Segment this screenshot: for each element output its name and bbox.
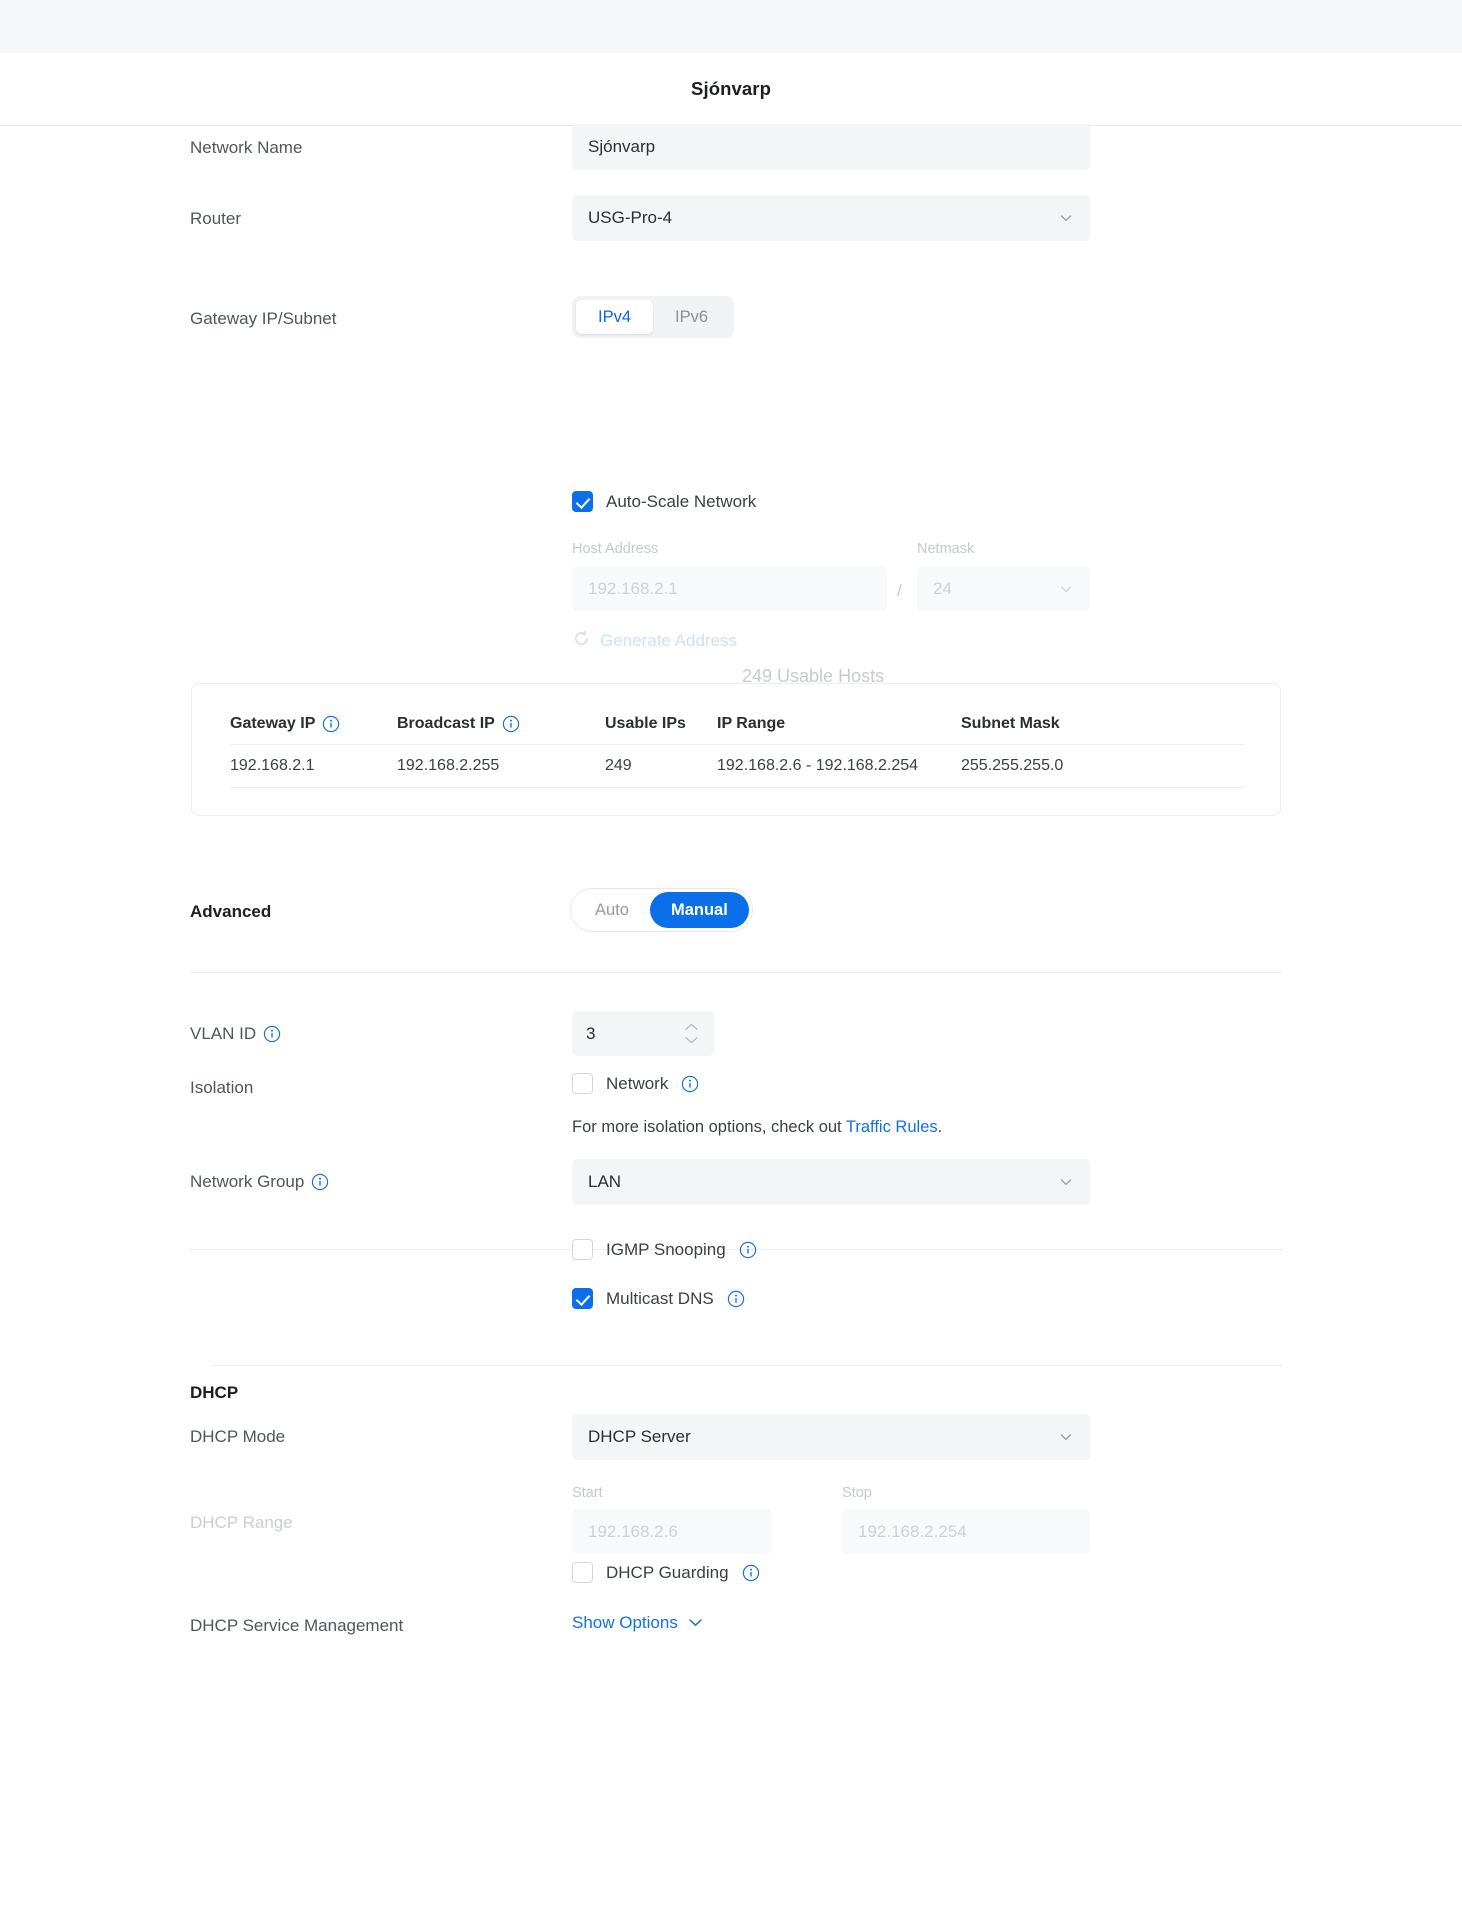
- divider-dhcp: [212, 1365, 1282, 1366]
- stepper-arrows[interactable]: [683, 1022, 700, 1045]
- refresh-icon: [572, 629, 591, 653]
- info-icon[interactable]: [263, 1025, 281, 1043]
- info-icon[interactable]: [739, 1241, 757, 1259]
- table-row: 255.255.255.0: [961, 757, 1063, 775]
- auto-scale-network-label: Auto-Scale Network: [606, 492, 756, 512]
- isolation-label: Isolation: [190, 1076, 253, 1100]
- column-header-usable-ips: Usable IPs: [605, 715, 686, 733]
- dhcp-heading: DHCP: [190, 1381, 238, 1405]
- router-select[interactable]: USG-Pro-4: [572, 195, 1090, 241]
- chevron-down-icon: [687, 1613, 704, 1633]
- tab-ipv6[interactable]: IPv6: [653, 300, 730, 334]
- chevron-down-icon: [1058, 210, 1074, 226]
- isolation-network-label: Network: [606, 1074, 668, 1094]
- chevron-down-icon: [1058, 1429, 1074, 1445]
- table-header-divider: [230, 744, 1244, 745]
- column-header-ip-range: IP Range: [717, 715, 785, 733]
- multicast-dns-row[interactable]: Multicast DNS: [572, 1288, 745, 1309]
- dhcp-range-stop-value: 192.168.2.254: [858, 1522, 967, 1542]
- netmask-select[interactable]: 24: [917, 566, 1090, 611]
- divider-advanced: [190, 972, 1282, 973]
- netmask-label: Netmask: [917, 541, 974, 557]
- info-icon[interactable]: [311, 1173, 329, 1191]
- advanced-auto-button[interactable]: Auto: [574, 892, 650, 928]
- vlan-id-label: VLAN ID: [190, 1022, 281, 1046]
- dhcp-range-start-label: Start: [572, 1485, 603, 1501]
- show-options-label: Show Options: [572, 1613, 678, 1633]
- network-name-value: Sjónvarp: [588, 137, 655, 157]
- table-row-divider: [230, 787, 1244, 788]
- show-options-button[interactable]: Show Options: [572, 1613, 704, 1633]
- network-name-label: Network Name: [190, 136, 302, 160]
- chevron-down-icon: [1058, 581, 1074, 597]
- dhcp-range-start-input[interactable]: 192.168.2.6: [572, 1509, 772, 1554]
- dhcp-guarding-row[interactable]: DHCP Guarding: [572, 1562, 760, 1583]
- isolation-hint: For more isolation options, check out Tr…: [572, 1118, 942, 1137]
- advanced-manual-button[interactable]: Manual: [650, 892, 749, 928]
- igmp-snooping-label: IGMP Snooping: [606, 1240, 726, 1260]
- info-icon[interactable]: [322, 715, 340, 733]
- info-icon[interactable]: [681, 1075, 699, 1093]
- page-title: Sjónvarp: [691, 78, 771, 100]
- isolation-hint-suffix: .: [938, 1118, 943, 1136]
- table-row: 192.168.2.6 - 192.168.2.254: [717, 757, 918, 775]
- ip-version-tabs[interactable]: IPv4 IPv6: [572, 296, 734, 338]
- igmp-snooping-row[interactable]: IGMP Snooping: [572, 1239, 757, 1260]
- tab-ipv4[interactable]: IPv4: [576, 300, 653, 334]
- generate-address-link[interactable]: Generate Address: [572, 629, 737, 653]
- igmp-snooping-checkbox[interactable]: [572, 1239, 593, 1260]
- dhcp-service-management-label: DHCP Service Management: [190, 1614, 403, 1638]
- chevron-up-icon: [683, 1022, 700, 1032]
- dhcp-range-start-value: 192.168.2.6: [588, 1522, 678, 1542]
- vlan-id-stepper[interactable]: 3: [572, 1011, 714, 1056]
- isolation-hint-prefix: For more isolation options, check out: [572, 1118, 846, 1136]
- info-icon[interactable]: [727, 1290, 745, 1308]
- auto-scale-network-row[interactable]: Auto-Scale Network: [572, 491, 756, 512]
- network-group-label: Network Group: [190, 1170, 329, 1194]
- info-icon[interactable]: [502, 715, 520, 733]
- chevron-down-icon: [1058, 1174, 1074, 1190]
- dhcp-range-label: DHCP Range: [190, 1511, 293, 1535]
- column-header-subnet-mask: Subnet Mask: [961, 715, 1060, 733]
- multicast-dns-checkbox[interactable]: [572, 1288, 593, 1309]
- dhcp-guarding-label: DHCP Guarding: [606, 1563, 729, 1583]
- vlan-id-value: 3: [586, 1024, 595, 1044]
- auto-scale-network-checkbox[interactable]: [572, 491, 593, 512]
- dhcp-mode-label: DHCP Mode: [190, 1425, 285, 1449]
- netmask-value: 24: [933, 579, 952, 599]
- advanced-heading: Advanced: [190, 900, 271, 924]
- column-header-broadcast-ip: Broadcast IP: [397, 715, 520, 733]
- network-name-input[interactable]: Sjónvarp: [572, 124, 1090, 170]
- traffic-rules-link[interactable]: Traffic Rules: [846, 1118, 938, 1136]
- router-value: USG-Pro-4: [588, 208, 672, 228]
- info-icon[interactable]: [742, 1564, 760, 1582]
- advanced-mode-toggle[interactable]: Auto Manual: [570, 888, 753, 932]
- isolation-network-checkbox[interactable]: [572, 1073, 593, 1094]
- table-row: 249: [605, 757, 632, 775]
- dhcp-mode-select[interactable]: DHCP Server: [572, 1414, 1090, 1460]
- table-row: 192.168.2.1: [230, 757, 315, 775]
- network-group-value: LAN: [588, 1172, 621, 1192]
- table-row: 192.168.2.255: [397, 757, 499, 775]
- gateway-subnet-label: Gateway IP/Subnet: [190, 307, 336, 331]
- title-bar: Sjónvarp: [0, 53, 1462, 126]
- dhcp-range-stop-label: Stop: [842, 1485, 872, 1501]
- network-settings-page: Sjónvarp Network Name Sjónvarp Router US…: [0, 0, 1462, 1931]
- router-label: Router: [190, 207, 241, 231]
- column-header-gateway-ip: Gateway IP: [230, 715, 340, 733]
- dhcp-range-stop-input[interactable]: 192.168.2.254: [842, 1509, 1090, 1554]
- top-strip: [0, 0, 1462, 53]
- dhcp-guarding-checkbox[interactable]: [572, 1562, 593, 1583]
- host-address-input[interactable]: 192.168.2.1: [572, 566, 887, 611]
- chevron-down-icon: [683, 1035, 700, 1045]
- host-address-value: 192.168.2.1: [588, 579, 678, 599]
- dhcp-mode-value: DHCP Server: [588, 1427, 691, 1447]
- network-group-select[interactable]: LAN: [572, 1159, 1090, 1205]
- isolation-network-row[interactable]: Network: [572, 1073, 699, 1094]
- host-address-label: Host Address: [572, 541, 658, 557]
- generate-address-label: Generate Address: [600, 631, 737, 651]
- netmask-separator: /: [897, 581, 902, 601]
- multicast-dns-label: Multicast DNS: [606, 1289, 714, 1309]
- subnet-info-card: Gateway IP Broadcast IP Usable IPs IP Ra…: [191, 683, 1281, 816]
